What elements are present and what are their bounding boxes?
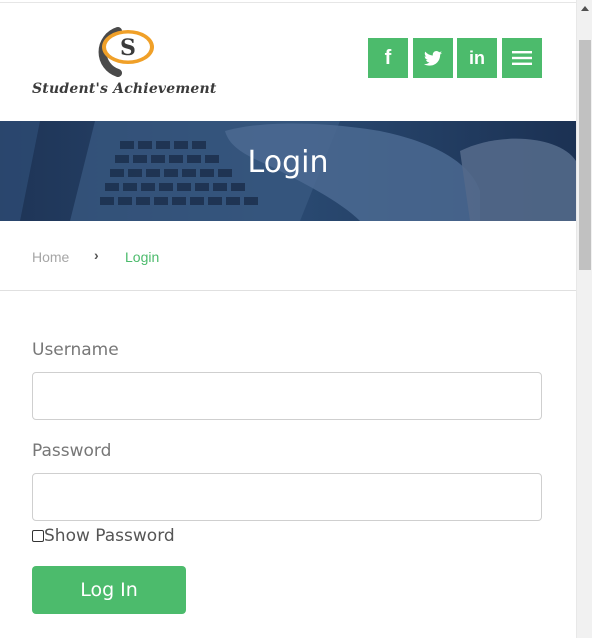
breadcrumb-home-link[interactable]: Home [32, 249, 69, 265]
hamburger-menu-icon [512, 51, 532, 65]
facebook-button[interactable]: f [368, 38, 408, 78]
show-password-toggle[interactable]: Show Password [32, 526, 175, 546]
scrollbar-thumb[interactable] [579, 40, 591, 270]
facebook-icon: f [384, 46, 392, 69]
show-password-label[interactable]: Show Password [44, 526, 175, 546]
password-label: Password [32, 441, 112, 461]
username-input[interactable] [32, 372, 542, 420]
login-button[interactable]: Log In [32, 566, 186, 614]
chevron-right-icon: › [94, 247, 99, 263]
linkedin-button[interactable]: in [457, 38, 497, 78]
brand-name: Student's Achievement [32, 81, 217, 97]
site-logo[interactable]: S Student's Achievement [30, 25, 220, 101]
show-password-checkbox[interactable] [32, 530, 44, 542]
page-title: Login [247, 145, 329, 180]
svg-text:S: S [120, 35, 136, 61]
linkedin-icon: in [469, 47, 485, 68]
vertical-scrollbar[interactable] [576, 0, 592, 638]
page: S Student's Achievement f in Login Home … [0, 0, 576, 638]
page-banner: Login [0, 121, 576, 221]
twitter-icon [424, 50, 442, 66]
scroll-up-arrow-icon[interactable] [581, 6, 589, 11]
breadcrumb-current: Login [125, 249, 160, 265]
menu-button[interactable] [502, 38, 542, 78]
username-label: Username [32, 340, 119, 360]
breadcrumb-divider [0, 290, 576, 291]
password-input[interactable] [32, 473, 542, 521]
site-header: S Student's Achievement f in [0, 3, 576, 121]
twitter-button[interactable] [413, 38, 453, 78]
logo-mark-icon: S [98, 27, 154, 77]
